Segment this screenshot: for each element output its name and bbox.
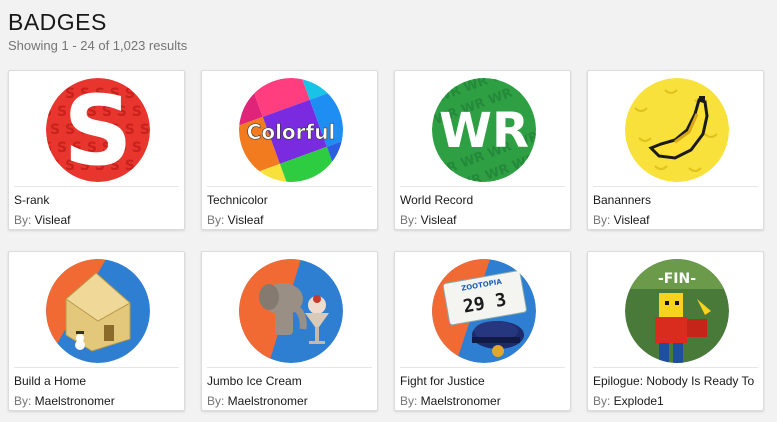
svg-text:S: S <box>63 78 132 182</box>
creator-link[interactable]: Maelstronomer <box>228 394 308 408</box>
card-divider <box>400 367 565 368</box>
badge-name[interactable]: Bananners <box>593 193 759 207</box>
badge-card-s-rank[interactable]: S S S S S S S S S S S S S S S S S S S S … <box>8 70 185 230</box>
badge-card-jumbo-ice-cream[interactable]: Jumbo Ice Cream By: Maelstronomer <box>201 251 378 411</box>
creator-link[interactable]: Visleaf <box>614 213 650 227</box>
badge-name[interactable]: Epilogue: Nobody Is Ready To <box>593 374 759 388</box>
badge-creator: By: Maelstronomer <box>14 394 115 408</box>
badge-card-fight-for-justice[interactable]: ZOOTOPIA 29 3 Fight for Justice By: Mael… <box>394 251 571 411</box>
by-label: By: <box>14 213 35 227</box>
badge-card-build-a-home[interactable]: Build a Home By: Maelstronomer <box>8 251 185 411</box>
s-rank-badge-icon: S S S S S S S S S S S S S S S S S S S S … <box>46 78 150 182</box>
card-divider <box>400 186 565 187</box>
creator-link[interactable]: Visleaf <box>421 213 457 227</box>
badge-creator: By: Visleaf <box>593 213 649 227</box>
creator-link[interactable]: Visleaf <box>35 213 71 227</box>
badge-card-bananners[interactable]: Bananners By: Visleaf <box>587 70 764 230</box>
card-divider <box>207 367 372 368</box>
fin-character-badge-icon: -FIN- <box>625 259 729 363</box>
card-divider <box>207 186 372 187</box>
badge-card-technicolor[interactable]: Colorful Technicolor By: Visleaf <box>201 70 378 230</box>
badge-creator: By: Explode1 <box>593 394 664 408</box>
elephant-ice-cream-badge-icon <box>239 259 343 363</box>
by-label: By: <box>14 394 35 408</box>
by-label: By: <box>207 394 228 408</box>
card-divider <box>593 186 758 187</box>
badge-name[interactable]: Jumbo Ice Cream <box>207 374 373 388</box>
badge-name[interactable]: Technicolor <box>207 193 373 207</box>
badge-card-world-record[interactable]: WR WR WR WR WR WR WR WR WR WR WR WR WR W… <box>394 70 571 230</box>
card-divider <box>14 367 179 368</box>
svg-text:WR: WR <box>439 103 529 159</box>
police-badge-icon: ZOOTOPIA 29 3 <box>432 259 536 363</box>
badge-creator: By: Visleaf <box>207 213 263 227</box>
badge-name[interactable]: S-rank <box>14 193 180 207</box>
badge-creator: By: Visleaf <box>14 213 70 227</box>
badge-name[interactable]: Fight for Justice <box>400 374 566 388</box>
world-record-badge-icon: WR WR WR WR WR WR WR WR WR WR WR WR WR W… <box>432 78 536 182</box>
colorful-badge-icon: Colorful <box>239 78 343 182</box>
by-label: By: <box>400 394 421 408</box>
card-divider <box>14 186 179 187</box>
house-badge-icon <box>46 259 150 363</box>
badge-grid: S S S S S S S S S S S S S S S S S S S S … <box>0 0 777 422</box>
banana-badge-icon <box>625 78 729 182</box>
by-label: By: <box>400 213 421 227</box>
by-label: By: <box>207 213 228 227</box>
creator-link[interactable]: Visleaf <box>228 213 264 227</box>
by-label: By: <box>593 394 614 408</box>
svg-text:Colorful: Colorful <box>247 120 336 144</box>
creator-link[interactable]: Explode1 <box>614 394 664 408</box>
card-divider <box>593 367 758 368</box>
badge-name[interactable]: Build a Home <box>14 374 180 388</box>
by-label: By: <box>593 213 614 227</box>
badge-creator: By: Visleaf <box>400 213 456 227</box>
badge-card-epilogue[interactable]: -FIN- Epilogue: Nobody Is Ready To By: E… <box>587 251 764 411</box>
badge-name[interactable]: World Record <box>400 193 566 207</box>
creator-link[interactable]: Maelstronomer <box>421 394 501 408</box>
svg-text:-FIN-: -FIN- <box>658 271 696 287</box>
badge-creator: By: Maelstronomer <box>400 394 501 408</box>
badge-creator: By: Maelstronomer <box>207 394 308 408</box>
creator-link[interactable]: Maelstronomer <box>35 394 115 408</box>
